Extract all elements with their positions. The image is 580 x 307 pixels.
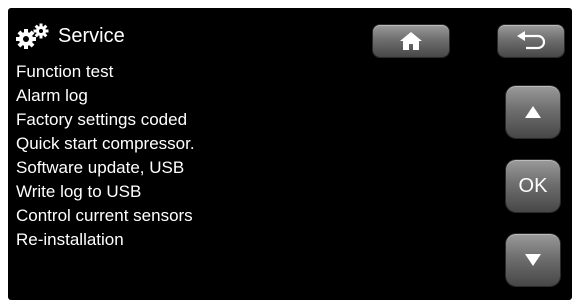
triangle-up-icon: [525, 106, 541, 118]
menu-item-factory-settings[interactable]: Factory settings coded: [16, 108, 195, 132]
gears-icon: [16, 23, 49, 49]
menu-item-write-log[interactable]: Write log to USB: [16, 180, 195, 204]
display-screen: Service Function test Alarm log Factory …: [8, 8, 572, 300]
back-arrow-icon: [517, 31, 546, 50]
menu-item-quick-start-compressor[interactable]: Quick start compressor.: [16, 132, 195, 156]
menu-item-control-sensors[interactable]: Control current sensors: [16, 204, 195, 228]
ok-label: OK: [518, 174, 548, 197]
scroll-down-button[interactable]: [506, 234, 560, 286]
page-title: Service: [58, 25, 125, 47]
service-menu: Function test Alarm log Factory settings…: [16, 60, 195, 252]
ok-button[interactable]: OK: [506, 160, 560, 212]
menu-item-re-installation[interactable]: Re-installation: [16, 228, 195, 252]
menu-item-alarm-log[interactable]: Alarm log: [16, 84, 195, 108]
home-icon: [400, 32, 422, 50]
back-button[interactable]: [498, 25, 564, 57]
menu-item-software-update[interactable]: Software update, USB: [16, 156, 195, 180]
menu-item-function-test[interactable]: Function test: [16, 60, 195, 84]
header: Service: [14, 22, 125, 50]
triangle-down-icon: [525, 254, 541, 266]
home-button[interactable]: [373, 25, 449, 57]
scroll-up-button[interactable]: [506, 86, 560, 138]
